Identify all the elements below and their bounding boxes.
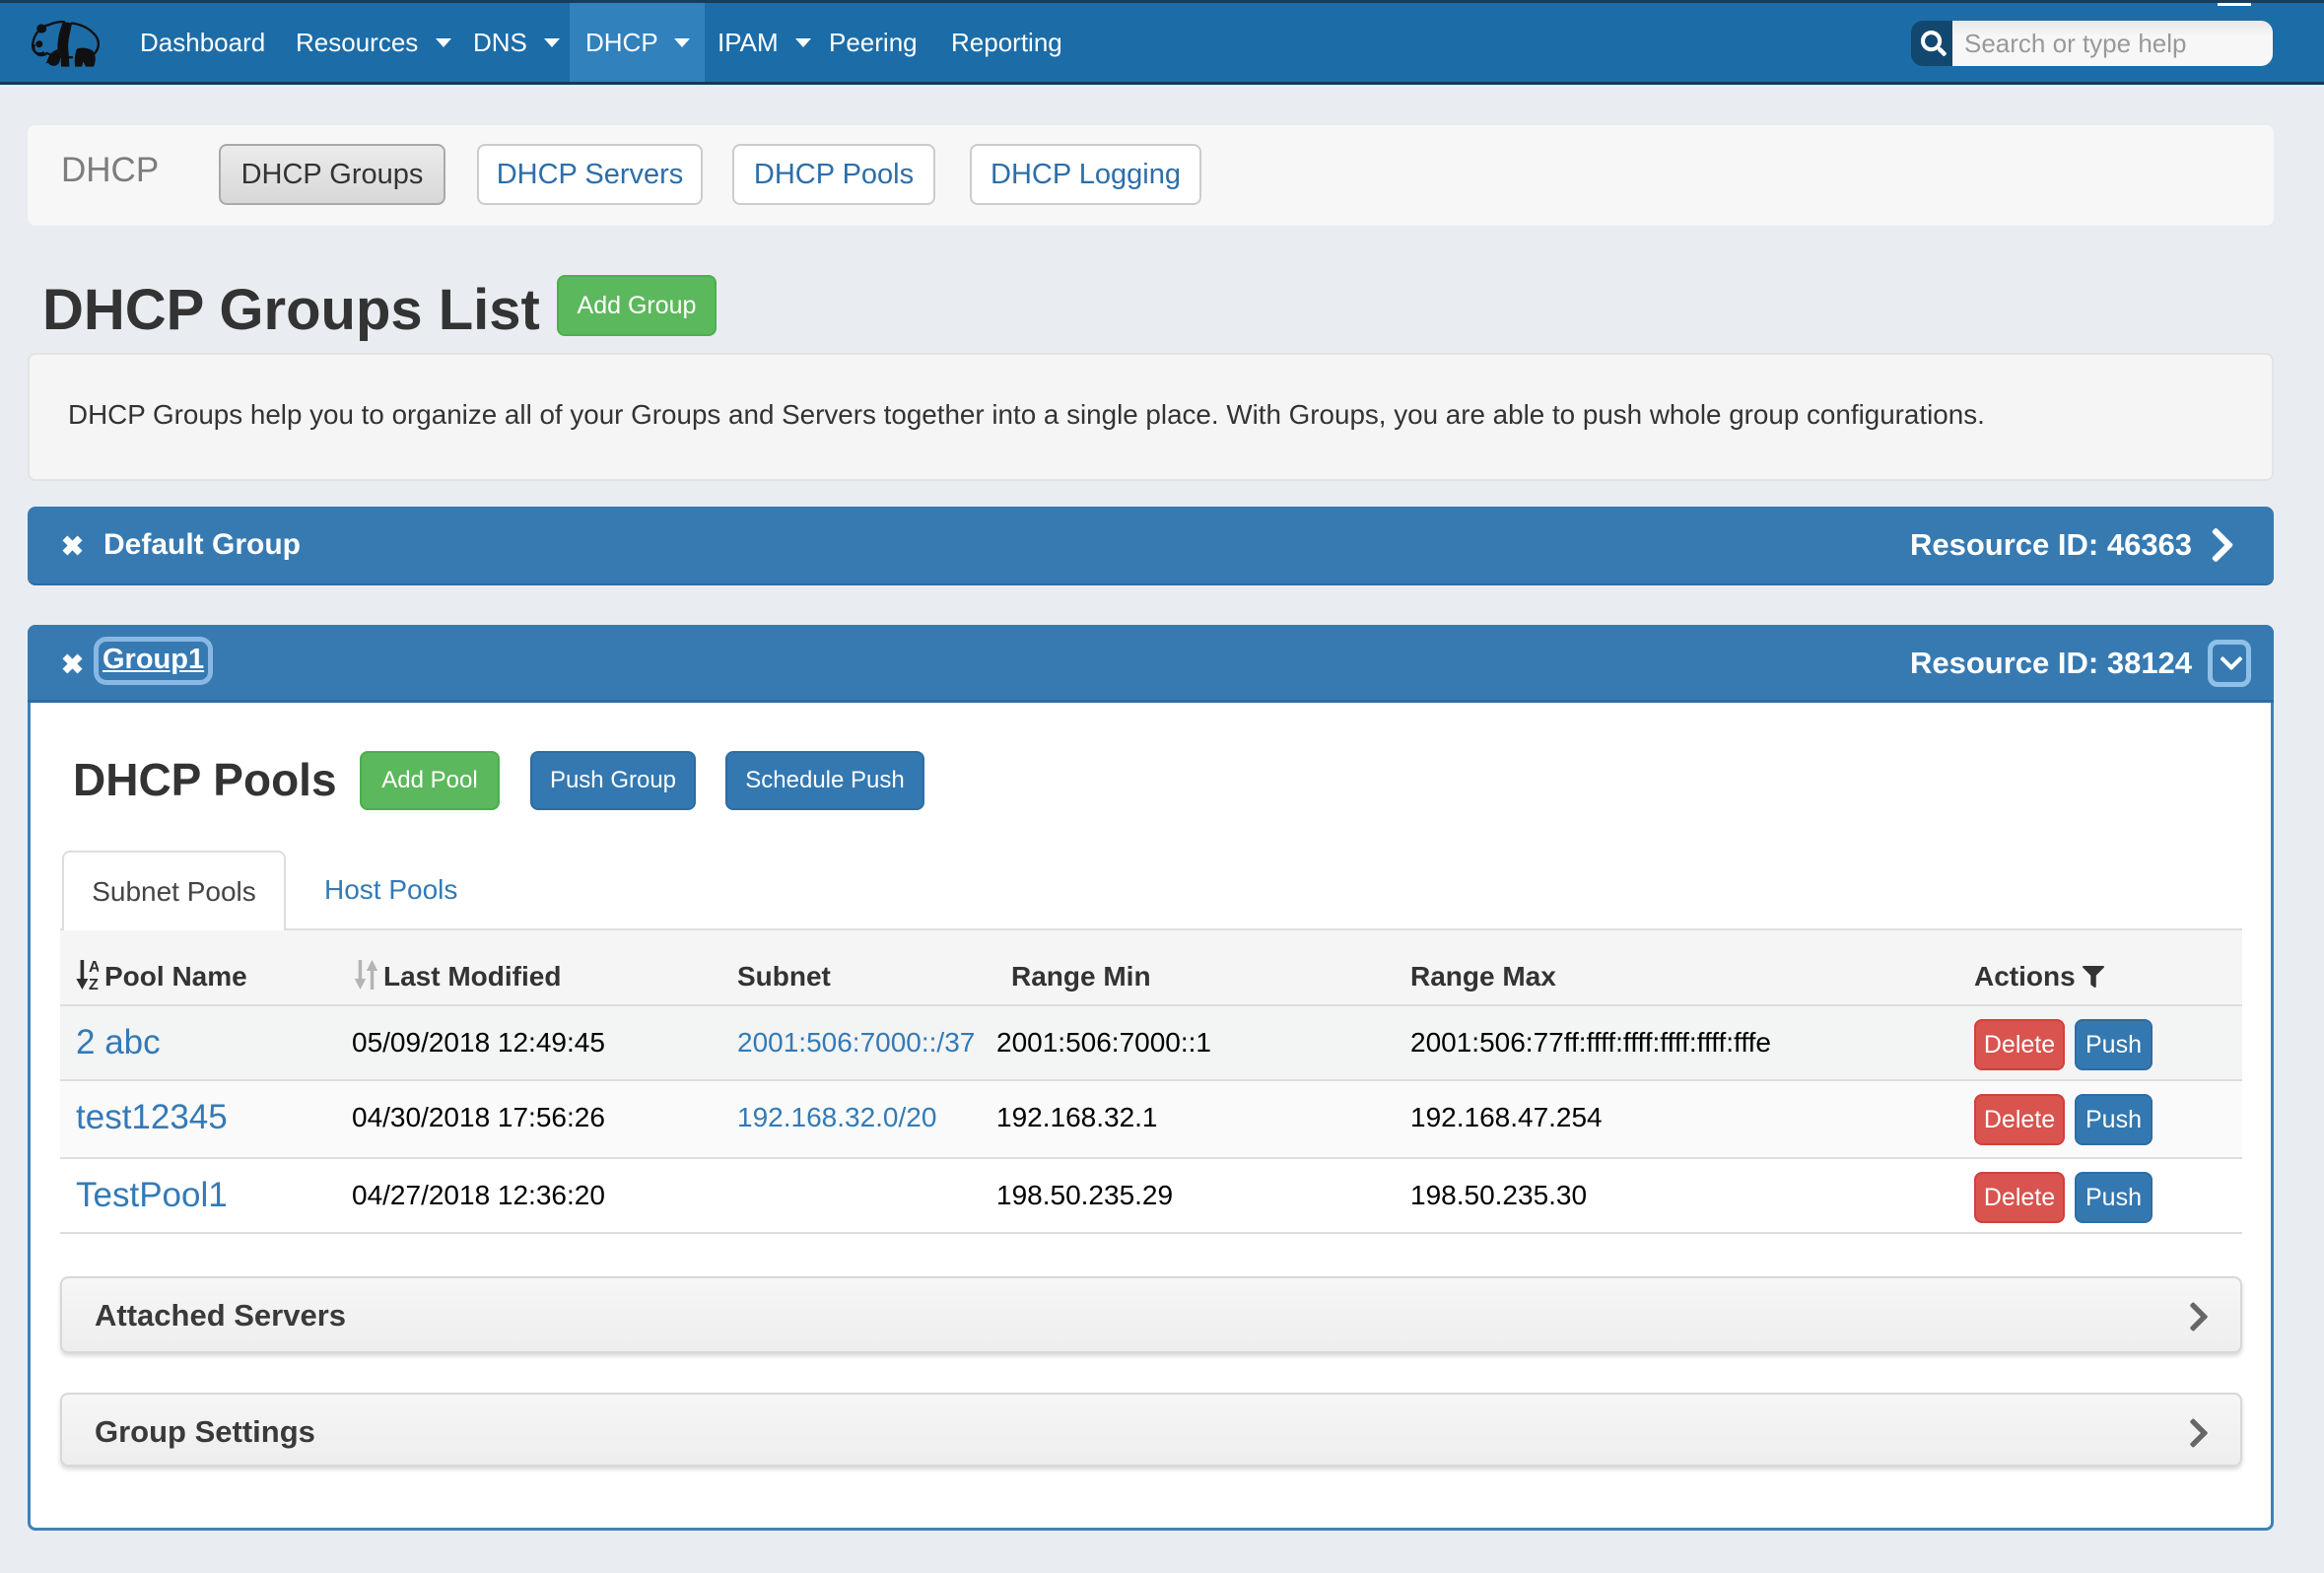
- svg-text:Z: Z: [89, 977, 99, 990]
- svg-text:A: A: [89, 960, 99, 976]
